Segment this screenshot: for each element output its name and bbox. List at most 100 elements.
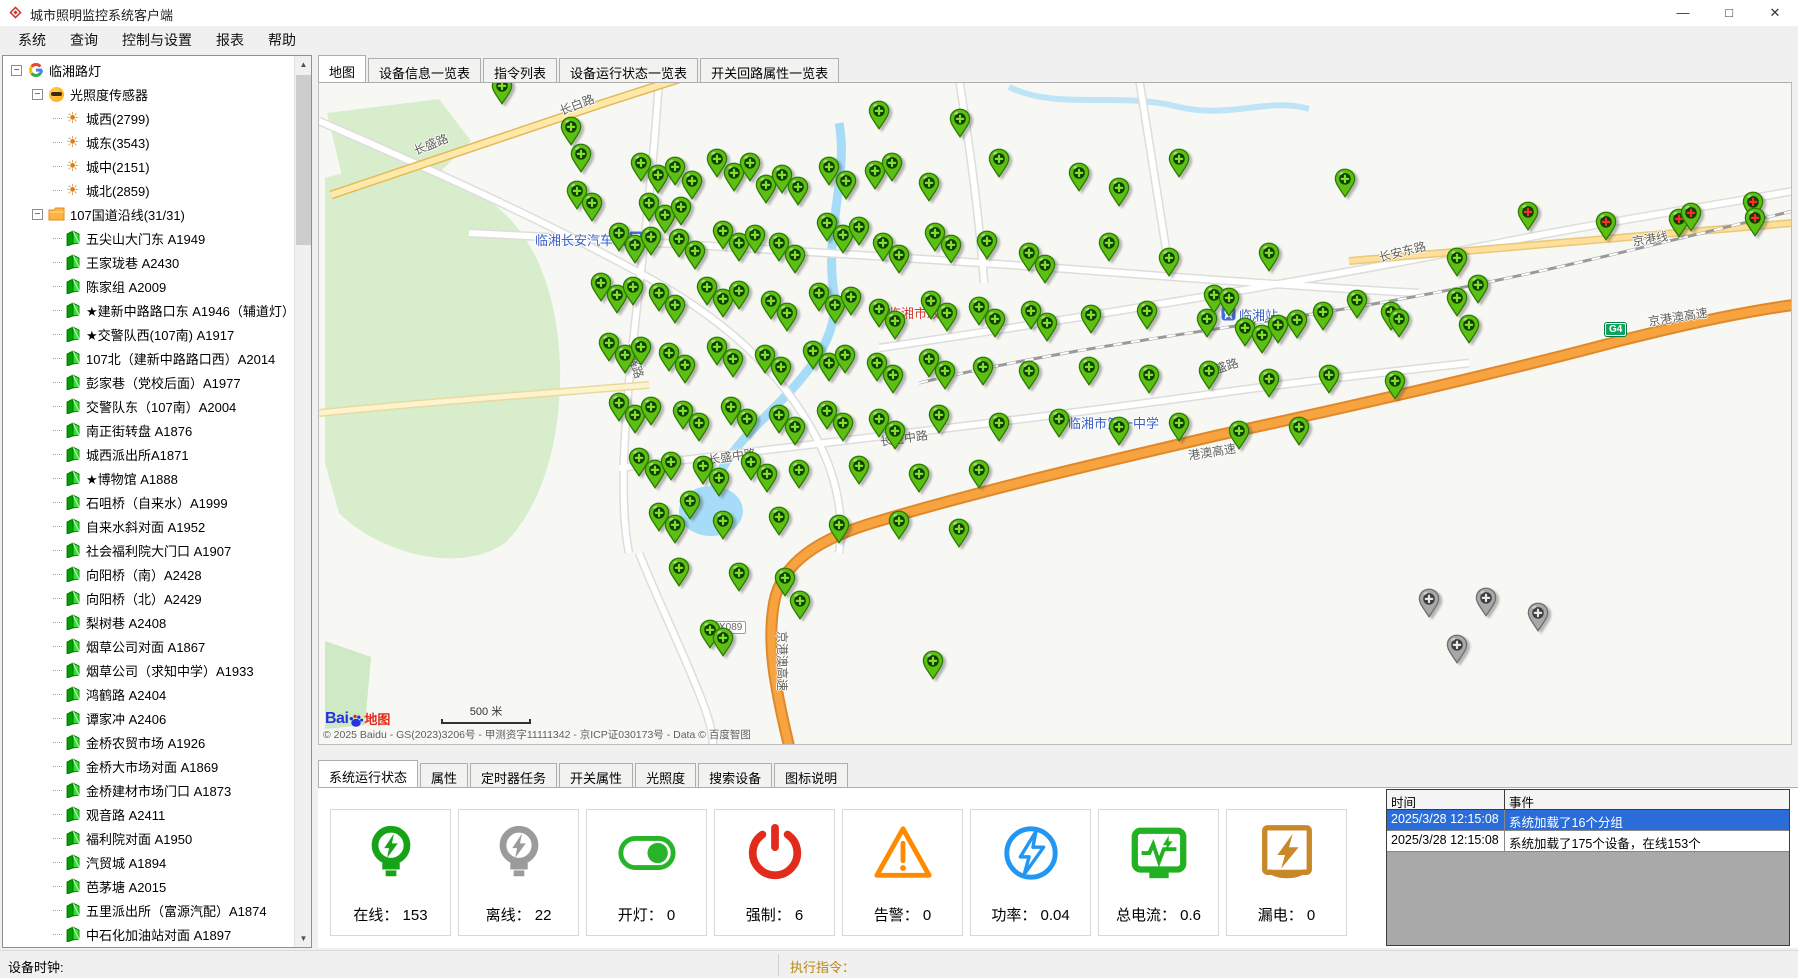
panel-tab-2[interactable]: 属性 bbox=[420, 763, 468, 787]
close-button[interactable]: ✕ bbox=[1752, 0, 1798, 26]
device-pin-green[interactable] bbox=[1136, 300, 1158, 330]
device-pin-green[interactable] bbox=[1346, 289, 1368, 319]
device-pin-green[interactable] bbox=[570, 143, 592, 173]
device-pin-green[interactable] bbox=[1158, 247, 1180, 277]
device-pin-green[interactable] bbox=[888, 244, 910, 274]
device-pin-green[interactable] bbox=[1318, 364, 1340, 394]
device-pin-green[interactable] bbox=[1218, 287, 1240, 317]
device-pin-green[interactable] bbox=[1080, 304, 1102, 334]
device-pin-green[interactable] bbox=[768, 506, 790, 536]
panel-tab-1[interactable]: 系统运行状态 bbox=[318, 760, 418, 787]
device-pin-green[interactable] bbox=[1036, 312, 1058, 342]
tree-item-device-3[interactable]: 陈家组 A2009 bbox=[3, 274, 294, 298]
device-pin-green[interactable] bbox=[788, 459, 810, 489]
tree-item-device-24[interactable]: 金桥建材市场门口 A1873 bbox=[3, 778, 294, 802]
tree-item-device-5[interactable]: ★交警队西(107南) A1917 bbox=[3, 322, 294, 346]
device-pin-green[interactable] bbox=[688, 412, 710, 442]
device-pin-green[interactable] bbox=[491, 82, 513, 105]
event-row-1[interactable]: 2025/3/28 12:15:08系统加载了16个分组 bbox=[1387, 810, 1789, 831]
tree-item-device-group[interactable]: −107国道沿线(31/31) bbox=[3, 202, 294, 226]
scrollbar-thumb[interactable] bbox=[296, 75, 311, 245]
device-pin-green[interactable] bbox=[884, 420, 906, 450]
device-pin-green[interactable] bbox=[776, 302, 798, 332]
tree-item-device-29[interactable]: 五里派出所（富源汽配）A1874 bbox=[3, 898, 294, 922]
device-pin-green[interactable] bbox=[918, 172, 940, 202]
device-pin-green[interactable] bbox=[668, 557, 690, 587]
device-pin-green[interactable] bbox=[868, 100, 890, 130]
event-row-2[interactable]: 2025/3/28 12:15:08系统加载了175个设备，在线153个 bbox=[1387, 831, 1789, 852]
map-tab-4[interactable]: 设备运行状态一览表 bbox=[559, 58, 698, 82]
tree-item-sensor-3[interactable]: ☀城中(2151) bbox=[3, 154, 294, 178]
tree-item-device-2[interactable]: 王家珑巷 A2430 bbox=[3, 250, 294, 274]
device-pin-green[interactable] bbox=[1312, 301, 1334, 331]
tree-item-device-23[interactable]: 金桥大市场对面 A1869 bbox=[3, 754, 294, 778]
map-tab-2[interactable]: 设备信息一览表 bbox=[368, 58, 481, 82]
device-pin-green[interactable] bbox=[1446, 287, 1468, 317]
device-pin-gray[interactable] bbox=[1446, 634, 1468, 664]
tree-item-device-16[interactable]: 向阳桥（北）A2429 bbox=[3, 586, 294, 610]
device-pin-green[interactable] bbox=[722, 348, 744, 378]
panel-tab-4[interactable]: 开关属性 bbox=[559, 763, 633, 787]
tree-item-device-30[interactable]: 中石化加油站对面 A1897 bbox=[3, 922, 294, 946]
map-tab-1[interactable]: 地图 bbox=[318, 55, 366, 82]
device-pin-green[interactable] bbox=[1384, 370, 1406, 400]
device-pin-green[interactable] bbox=[712, 627, 734, 657]
tree-item-device-15[interactable]: 向阳桥（南）A2428 bbox=[3, 562, 294, 586]
tree-item-device-14[interactable]: 社会福利院大门口 A1907 bbox=[3, 538, 294, 562]
device-pin-green[interactable] bbox=[1196, 308, 1218, 338]
device-pin-green[interactable] bbox=[1034, 254, 1056, 284]
device-pin-green[interactable] bbox=[728, 562, 750, 592]
tree-item-root[interactable]: −临湘路灯 bbox=[3, 58, 294, 82]
device-pin-green[interactable] bbox=[1098, 232, 1120, 262]
device-pin-green[interactable] bbox=[684, 240, 706, 270]
device-pin-gray[interactable] bbox=[1418, 588, 1440, 618]
device-pin-green[interactable] bbox=[1018, 360, 1040, 390]
device-pin-green[interactable] bbox=[630, 336, 652, 366]
tree-item-device-12[interactable]: 石咀桥（自来水）A1999 bbox=[3, 490, 294, 514]
tree-scrollbar[interactable]: ▲ ▼ bbox=[294, 56, 311, 947]
device-pin-green[interactable] bbox=[1198, 360, 1220, 390]
device-pin-green[interactable] bbox=[1108, 177, 1130, 207]
tree-item-sensor-group[interactable]: −光照度传感器 bbox=[3, 82, 294, 106]
tree-item-device-27[interactable]: 汽贸城 A1894 bbox=[3, 850, 294, 874]
device-pin-green[interactable] bbox=[848, 455, 870, 485]
device-pin-green[interactable] bbox=[834, 344, 856, 374]
panel-tab-6[interactable]: 搜索设备 bbox=[698, 763, 772, 787]
device-pin-green[interactable] bbox=[881, 152, 903, 182]
device-pin-green[interactable] bbox=[949, 108, 971, 138]
expand-toggle-icon[interactable]: − bbox=[32, 209, 43, 220]
tree-item-device-28[interactable]: 芭茅塘 A2015 bbox=[3, 874, 294, 898]
map-tab-5[interactable]: 开关回路属性一览表 bbox=[700, 58, 839, 82]
panel-tab-5[interactable]: 光照度 bbox=[635, 763, 696, 787]
device-pin-green[interactable] bbox=[922, 650, 944, 680]
device-pin-red[interactable] bbox=[1517, 201, 1539, 231]
tree-item-device-19[interactable]: 烟草公司（求知中学）A1933 bbox=[3, 658, 294, 682]
tree-item-device-18[interactable]: 烟草公司对面 A1867 bbox=[3, 634, 294, 658]
device-pin-green[interactable] bbox=[664, 514, 686, 544]
device-pin-green[interactable] bbox=[848, 216, 870, 246]
device-pin-green[interactable] bbox=[988, 148, 1010, 178]
device-pin-green[interactable] bbox=[828, 514, 850, 544]
device-pin-green[interactable] bbox=[581, 192, 603, 222]
device-pin-green[interactable] bbox=[670, 196, 692, 226]
device-pin-green[interactable] bbox=[882, 364, 904, 394]
event-log[interactable]: 时间 事件 2025/3/28 12:15:08系统加载了16个分组2025/3… bbox=[1386, 789, 1790, 946]
device-pin-green[interactable] bbox=[622, 276, 644, 306]
map-tab-3[interactable]: 指令列表 bbox=[483, 58, 557, 82]
tree-item-device-11[interactable]: ★博物馆 A1888 bbox=[3, 466, 294, 490]
device-pin-green[interactable] bbox=[984, 308, 1006, 338]
scroll-up-icon[interactable]: ▲ bbox=[295, 56, 312, 73]
device-pin-green[interactable] bbox=[744, 224, 766, 254]
device-pin-green[interactable] bbox=[640, 396, 662, 426]
tree-item-device-7[interactable]: 彭家巷（党校后面）A1977 bbox=[3, 370, 294, 394]
device-pin-green[interactable] bbox=[884, 310, 906, 340]
device-pin-green[interactable] bbox=[840, 286, 862, 316]
maximize-button[interactable]: □ bbox=[1706, 0, 1752, 26]
device-pin-green[interactable] bbox=[1168, 148, 1190, 178]
tree-item-device-22[interactable]: 金桥农贸市场 A1926 bbox=[3, 730, 294, 754]
tree-item-device-17[interactable]: 梨树巷 A2408 bbox=[3, 610, 294, 634]
device-pin-green[interactable] bbox=[1168, 412, 1190, 442]
tree-item-sensor-4[interactable]: ☀城北(2859) bbox=[3, 178, 294, 202]
device-pin-green[interactable] bbox=[708, 467, 730, 497]
device-pin-green[interactable] bbox=[934, 360, 956, 390]
